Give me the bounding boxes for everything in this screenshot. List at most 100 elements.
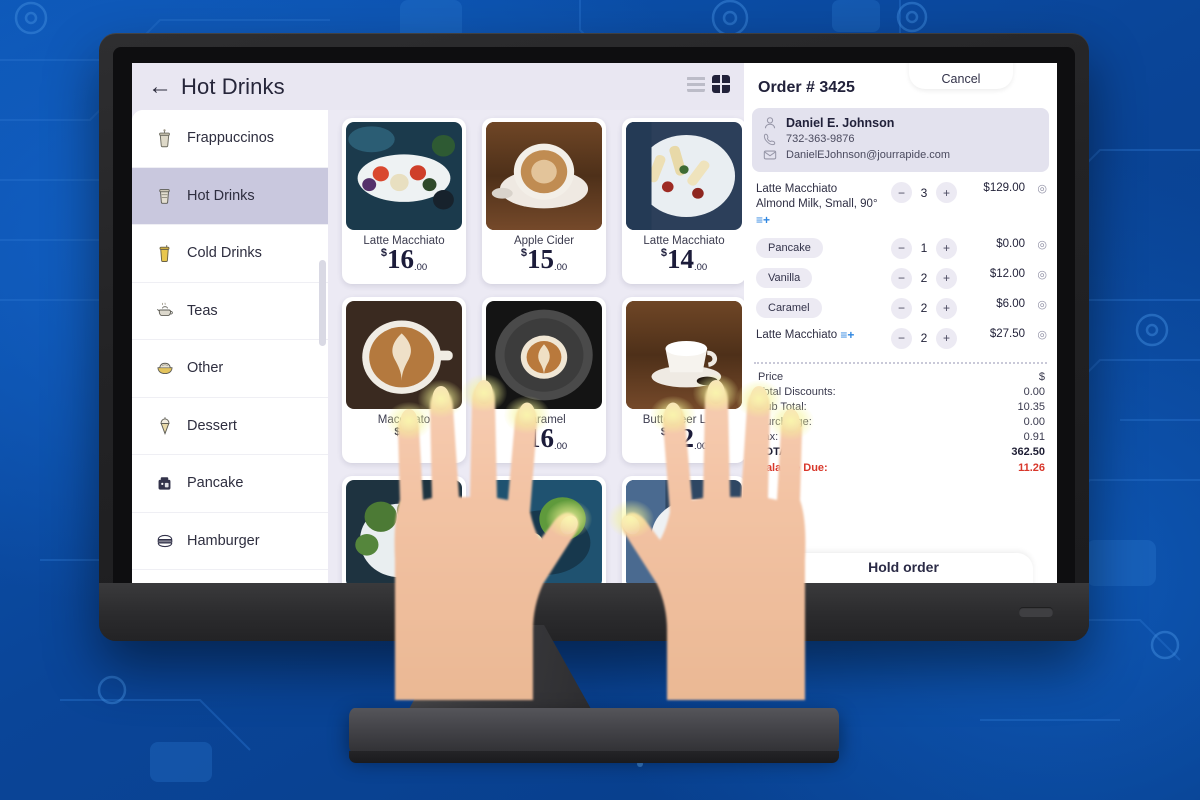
price-decimals: .00 [400,441,414,452]
customer-name-row: Daniel E. Johnson [763,116,1038,130]
quantity-value: 3 [920,185,928,200]
product-card-body: Latte Macchiato $16.00 [342,230,466,273]
view-toggle-group [687,75,730,93]
back-arrow-icon[interactable]: ← [148,74,172,99]
order-item-row[interactable]: Latte Macchiato Almond Milk, Small, 90° ≡… [756,182,1047,229]
add-modifier-icon[interactable]: ≡+ [756,213,770,229]
order-item-row[interactable]: Latte Macchiato ≡+ −2 + $27.50 ◎ [756,327,1047,349]
price-decimals: .00 [553,441,568,452]
customer-email-row: DanielEJohnson@jourrapide.com [763,148,1038,162]
quantity-stepper[interactable]: −2 + [885,267,963,289]
category-sidebar[interactable]: Frappuccinos Hot Drinks Cold Drinks Teas Oth… [132,110,328,583]
order-item-price: $12.00 [989,267,1025,280]
product-card-body: Latte Macchiato $14.00 [622,230,744,273]
quantity-increase-button[interactable]: + [936,267,957,289]
quantity-stepper[interactable]: −3 + [885,182,963,203]
quantity-decrease-button[interactable]: − [891,182,912,203]
sidebar-item-teas[interactable]: Teas [132,282,328,340]
monitor-stand-base [349,708,839,763]
product-card-body: Apple Cider $15.00 [482,230,606,273]
touch-glow [546,500,592,538]
remove-item-icon[interactable]: ◎ [1025,298,1047,311]
sidebar-item-label: Other [187,360,224,377]
sidebar-item-pancake[interactable]: Pancake [132,455,328,513]
sidebar-item-other[interactable]: Other [132,340,328,398]
mezze-platter-photo [346,122,462,230]
product-card[interactable]: Apple Cider $15.00 [482,118,606,284]
modifier-chip[interactable]: Caramel [756,297,822,319]
customer-email: DanielEJohnson@jourrapide.com [786,149,951,161]
hamburger-icon [155,530,174,552]
price-decimals: .00 [693,441,708,452]
remove-item-icon[interactable]: ◎ [1025,328,1047,341]
quantity-decrease-button[interactable]: − [891,237,912,259]
quantity-value: 2 [920,301,928,316]
total-value: 0.91 [1023,431,1045,444]
product-price: $15.00 [482,246,606,273]
quantity-increase-button[interactable]: + [936,237,957,259]
quantity-decrease-button[interactable]: − [891,267,912,289]
quantity-stepper[interactable]: −1 + [885,237,963,259]
list-view-icon[interactable] [687,75,705,93]
order-item-label: Caramel [756,297,885,319]
price-decimals: .00 [553,262,568,273]
cold-glass-icon [155,242,174,264]
customer-phone: 732-363-9876 [786,133,855,145]
grid-view-icon[interactable] [712,75,730,93]
ice-cream-icon [155,415,174,437]
product-card[interactable]: Latte Macchiato $14.00 [622,118,744,284]
modifier-chip[interactable]: Vanilla [756,267,813,289]
person-icon [764,117,776,129]
hot-cup-icon [155,185,174,207]
quantity-stepper[interactable]: −2 + [885,297,963,319]
product-card[interactable]: Latte Macchiato $16.00 [342,118,466,284]
quantity-increase-button[interactable]: + [936,297,957,319]
price-amount: 14 [666,244,694,274]
quantity-decrease-button[interactable]: − [891,327,912,349]
product-price: $14.00 [622,246,744,273]
catalog-topbar: ← Hot Drinks [132,63,744,110]
screen: ← Hot Drinks Frappuccinos Hot Drinks Cold … [132,63,1057,583]
cancel-button[interactable]: Cancel [909,63,1013,89]
pancake-icon [155,472,174,494]
product-card[interactable] [342,476,466,583]
touch-glow [736,380,782,418]
order-item-name: Latte Macchiato [756,183,838,195]
customer-info-card[interactable]: Daniel E. Johnson 732-363-9876 DanielEJo… [752,108,1049,172]
sidebar-scrollbar[interactable] [319,260,326,346]
total-row: TOTAL: 362.50 [758,445,1045,460]
order-item-price: $129.00 [983,182,1025,194]
quantity-increase-button[interactable]: + [936,182,957,203]
sidebar-item-cold-drinks[interactable]: Cold Drinks [132,225,328,283]
touch-glow [693,374,739,412]
sidebar-item-hamburger[interactable]: Hamburger [132,512,328,570]
price-decimals: .00 [693,262,708,273]
quantity-stepper[interactable]: −2 + [885,327,963,349]
order-item-row[interactable]: Pancake −1 + $0.00 ◎ [756,237,1047,259]
pasta-salad-photo [626,122,742,230]
sidebar-item-hot-drinks[interactable]: Hot Drinks [132,167,328,225]
order-item-price: $27.50 [989,327,1025,340]
product-grid: Latte Macchiato $16.00 Apple Cider $15.00 La… [342,118,744,583]
total-value: 10.35 [1017,400,1045,413]
quantity-decrease-button[interactable]: − [891,297,912,319]
remove-item-icon[interactable]: ◎ [1025,182,1047,195]
hold-order-button[interactable]: Hold order [774,553,1033,583]
quantity-value: 1 [920,241,928,256]
order-item-price: $0.00 [996,237,1025,250]
quantity-increase-button[interactable]: + [936,327,957,349]
remove-item-icon[interactable]: ◎ [1025,268,1047,281]
remove-item-icon[interactable]: ◎ [1025,238,1047,251]
sidebar-item-frappuccinos[interactable]: Frappuccinos [132,110,328,168]
monitor-power-button[interactable] [1019,607,1053,617]
order-item-label: Vanilla [756,267,885,289]
order-item-row[interactable]: Caramel −2 + $6.00 ◎ [756,297,1047,319]
monitor-chin [99,583,1089,641]
order-panel: Cancel Order # 3425 Daniel E. Johnson 73… [744,63,1057,583]
add-modifier-icon[interactable]: ≡+ [840,328,854,344]
order-item-row[interactable]: Vanilla −2 + $12.00 ◎ [756,267,1047,289]
modifier-chip[interactable]: Pancake [756,237,823,259]
salad-plate-photo [346,480,462,583]
sidebar-item-dessert[interactable]: Dessert [132,397,328,455]
bowl-icon [155,357,174,379]
